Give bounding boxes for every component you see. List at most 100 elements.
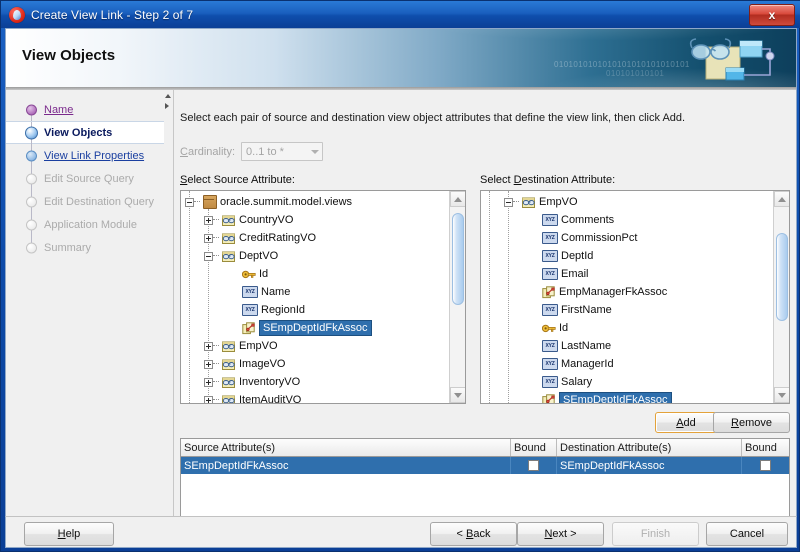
scroll-up-icon[interactable] (774, 191, 789, 207)
tree-node[interactable]: InventoryVO (181, 373, 465, 391)
tree-node[interactable]: DeptVO (181, 247, 465, 265)
tree-node[interactable]: EmpVO (181, 337, 465, 355)
glasses-document-icon (686, 35, 782, 85)
scroll-up-icon[interactable] (450, 191, 465, 207)
source-tree-label: Select Source Attribute: (180, 174, 295, 186)
chevron-down-icon[interactable] (307, 143, 322, 160)
tree-node[interactable]: XYZ LastName (481, 337, 789, 355)
tree-node[interactable]: EmpVO (481, 193, 789, 211)
tree-node-label: Name (261, 286, 291, 298)
key-icon (241, 269, 256, 280)
step-bullet-icon (26, 242, 37, 253)
sidebar-step-name[interactable]: Name (6, 98, 164, 121)
tree-node-label: oracle.summit.model.views (220, 196, 353, 208)
tree-node[interactable]: ImageVO (181, 355, 465, 373)
destination-bound-checkbox[interactable] (760, 460, 771, 471)
cell-source-bound[interactable] (511, 457, 557, 474)
instruction-text: Select each pair of source and destinati… (180, 112, 686, 124)
tree-node[interactable]: Id (181, 265, 465, 283)
tree-node-label: Salary (561, 376, 593, 388)
association-icon (242, 321, 256, 335)
expand-node-icon[interactable] (204, 215, 213, 225)
expand-node-icon[interactable] (204, 359, 213, 369)
tree-connector (194, 201, 200, 203)
tree-node-label: Id (259, 268, 269, 280)
column-header-destination-attributes[interactable]: Destination Attribute(s) (557, 439, 742, 456)
source-bound-checkbox[interactable] (528, 460, 539, 471)
destination-attribute-tree[interactable]: EmpVO XYZ Comments XYZ CommissionPct XYZ DeptI… (480, 190, 790, 404)
sidebar-step-view-link-properties[interactable]: View Link Properties (6, 144, 164, 167)
column-header-source-bound[interactable]: Bound (511, 439, 557, 456)
tree-connector (213, 381, 219, 383)
split-pane-divider[interactable] (164, 90, 174, 530)
tree-node[interactable]: XYZ FirstName (481, 301, 789, 319)
title-bar[interactable]: Create View Link - Step 2 of 7 x (1, 1, 800, 28)
view-object-icon (221, 394, 236, 403)
tree-node-label: DeptVO (239, 250, 279, 262)
tree-node[interactable]: EmpManagerFkAssoc (481, 283, 789, 301)
add-button[interactable]: Add (655, 412, 717, 433)
tree-connector (213, 237, 219, 239)
source-tree-scrollbar[interactable] (449, 191, 465, 403)
close-button[interactable]: x (749, 4, 795, 26)
column-header-source-attributes[interactable]: Source Attribute(s) (181, 439, 511, 456)
scroll-down-icon[interactable] (774, 387, 789, 403)
tree-node-label: Id (559, 322, 569, 334)
tree-node-label: SEmpDeptIdFkAssoc (559, 392, 672, 403)
tree-connector (213, 219, 219, 221)
tree-node-label: InventoryVO (239, 376, 301, 388)
chevron-right-icon[interactable] (165, 103, 169, 109)
sidebar-step-view-objects[interactable]: View Objects (6, 121, 164, 145)
tree-node[interactable]: oracle.summit.model.views (181, 193, 465, 211)
collapse-node-icon[interactable] (504, 197, 513, 207)
destination-tree-scrollbar[interactable] (773, 191, 789, 403)
scrollbar-thumb[interactable] (776, 233, 788, 321)
remove-button[interactable]: Remove (713, 412, 790, 433)
add-button-label: Add (676, 416, 696, 429)
xyz-attribute-icon: XYZ (542, 268, 558, 280)
tree-node[interactable]: XYZ DeptId (481, 247, 789, 265)
collapse-node-icon[interactable] (204, 251, 213, 261)
tree-connector (213, 399, 219, 401)
tree-node-label: EmpVO (539, 196, 578, 208)
expand-node-icon[interactable] (204, 233, 213, 243)
tree-node[interactable]: ItemAuditVO (181, 391, 465, 403)
cardinality-select[interactable]: 0..1 to * (241, 142, 324, 161)
attribute-pairs-table[interactable]: Source Attribute(s) Bound Destination At… (180, 438, 790, 522)
tree-node[interactable]: XYZ Comments (481, 211, 789, 229)
next-button[interactable]: Next > (517, 522, 604, 546)
expand-node-icon[interactable] (204, 395, 213, 403)
tree-node[interactable]: XYZ CommissionPct (481, 229, 789, 247)
tree-node[interactable]: SEmpDeptIdFkAssoc (181, 319, 465, 337)
table-row[interactable]: SEmpDeptIdFkAssoc SEmpDeptIdFkAssoc (181, 457, 789, 474)
help-button[interactable]: Help (24, 522, 114, 546)
tree-node[interactable]: XYZ Email (481, 265, 789, 283)
scrollbar-thumb[interactable] (452, 213, 464, 305)
source-attribute-tree[interactable]: oracle.summit.model.views CountryVO Credit… (180, 190, 466, 404)
tree-node-label: CommissionPct (561, 232, 638, 244)
window-title: Create View Link - Step 2 of 7 (31, 7, 194, 22)
table-header-row: Source Attribute(s) Bound Destination At… (181, 439, 789, 457)
scroll-down-icon[interactable] (450, 387, 465, 403)
column-header-destination-bound[interactable]: Bound (742, 439, 789, 456)
cardinality-label: Cardinality: (180, 145, 236, 158)
collapse-node-icon[interactable] (185, 197, 194, 207)
tree-node[interactable]: CountryVO (181, 211, 465, 229)
tree-node-label: DeptId (561, 250, 594, 262)
tree-node[interactable]: XYZ RegionId (181, 301, 465, 319)
tree-node[interactable]: XYZ Salary (481, 373, 789, 391)
cell-destination-bound[interactable] (742, 457, 789, 474)
tree-node[interactable]: SEmpDeptIdFkAssoc (481, 391, 789, 403)
tree-node[interactable]: XYZ ManagerId (481, 355, 789, 373)
expand-node-icon[interactable] (204, 341, 213, 351)
tree-node[interactable]: XYZ Name (181, 283, 465, 301)
tree-node[interactable]: CreditRatingVO (181, 229, 465, 247)
wizard-banner: 0101010101010101010101010101 01010101010… (6, 29, 796, 87)
cancel-button[interactable]: Cancel (706, 522, 788, 546)
back-button[interactable]: < Back (430, 522, 517, 546)
tree-node[interactable]: Id (481, 319, 789, 337)
association-icon (542, 393, 556, 403)
expand-node-icon[interactable] (204, 377, 213, 387)
chevron-up-icon[interactable] (165, 94, 171, 98)
xyz-attribute-icon: XYZ (542, 214, 558, 226)
